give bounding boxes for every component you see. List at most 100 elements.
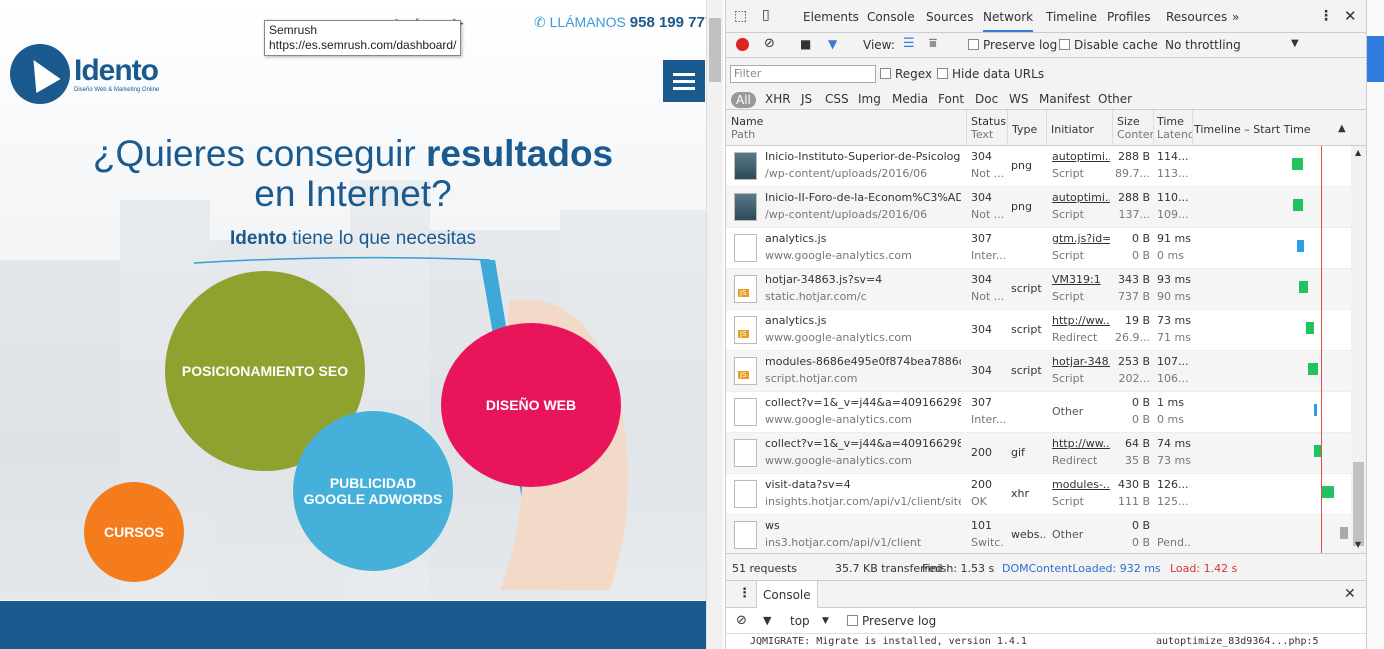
- request-row[interactable]: analytics.js www.google-analytics.com 304 s…: [726, 310, 1351, 351]
- request-content-size: 35 B: [1124, 454, 1150, 467]
- capture-screenshots-icon[interactable]: ■: [800, 37, 811, 51]
- col-timeline[interactable]: Timeline – Start Time: [1194, 123, 1311, 136]
- disable-cache-checkbox[interactable]: Disable cache: [1059, 38, 1158, 52]
- service-courses[interactable]: CURSOS: [84, 482, 184, 582]
- network-summary-bar: 51 requests 35.7 KB transferred Finish: …: [726, 553, 1367, 581]
- chevron-down-icon[interactable]: ▼: [1291, 38, 1299, 49]
- request-row[interactable]: Inicio-Instituto-Superior-de-Psicolog%..…: [726, 146, 1351, 187]
- request-name: ws: [765, 519, 780, 532]
- request-row[interactable]: analytics.js www.google-analytics.com 307 I…: [726, 228, 1351, 269]
- console-preserve-log-checkbox[interactable]: Preserve log: [847, 614, 936, 628]
- view-label: View:: [863, 38, 895, 52]
- disable-cache-label: Disable cache: [1074, 38, 1158, 52]
- request-name: collect?v=1&_v=j44&a=409166298&t=...: [765, 396, 961, 409]
- throttling-select[interactable]: No throttling: [1165, 38, 1241, 52]
- drawer-menu-icon[interactable]: ⋮: [738, 586, 751, 601]
- request-row[interactable]: ws ins3.hotjar.com/api/v1/client 101 Switc.…: [726, 515, 1351, 553]
- sort-up-icon[interactable]: ▲: [1338, 122, 1346, 135]
- network-toolbar: ⊘ ■ ▼ View: ☰ ⩸ Preserve log Disable cac…: [726, 33, 1367, 58]
- request-latency: 109...: [1157, 208, 1189, 221]
- overview-icon[interactable]: ⩸: [929, 36, 937, 51]
- request-name-sub: static.hotjar.com/c: [765, 290, 867, 303]
- scroll-up-icon[interactable]: ▲: [1355, 148, 1361, 157]
- type-filter-media[interactable]: Media: [892, 92, 928, 106]
- filter-icon[interactable]: ▼: [828, 37, 837, 51]
- menu-button[interactable]: [663, 60, 705, 102]
- js-file-icon: [734, 316, 757, 344]
- col-initiator[interactable]: Initiator: [1051, 123, 1094, 136]
- tab-console[interactable]: Console: [867, 10, 915, 24]
- page-scrollbar[interactable]: [706, 0, 723, 649]
- hero-sub-rest: tiene lo que necesitas: [286, 228, 477, 249]
- request-name-sub: insights.hotjar.com/api/v1/client/sites/…: [765, 495, 961, 508]
- console-filter-icon[interactable]: ▼: [763, 614, 771, 627]
- phone-contact[interactable]: ✆ LLÁMANOS 958 199 777: [534, 14, 706, 31]
- idento-logo[interactable]: Idento Diseño Web & Marketing Online: [10, 44, 170, 108]
- kebab-menu-icon[interactable]: ⋮: [1319, 8, 1333, 24]
- more-tabs-chevron-icon[interactable]: »: [1232, 10, 1239, 24]
- large-rows-icon[interactable]: ☰: [903, 36, 915, 51]
- context-chevron-icon[interactable]: ▼: [822, 616, 829, 626]
- clear-icon[interactable]: ⊘: [764, 36, 775, 51]
- col-time[interactable]: Time Latenc: [1157, 115, 1193, 141]
- tab-profiles[interactable]: Profiles: [1107, 10, 1151, 24]
- preserve-log-checkbox[interactable]: Preserve log: [968, 38, 1057, 52]
- logo-mark: [10, 44, 70, 104]
- request-initiator: modules-...: [1052, 478, 1110, 491]
- request-row[interactable]: hotjar-34863.js?sv=4 static.hotjar.com/c 3…: [726, 269, 1351, 310]
- type-filter-font[interactable]: Font: [938, 92, 964, 106]
- clear-console-icon[interactable]: ⊘: [736, 613, 747, 628]
- drawer-tab-console[interactable]: Console: [756, 581, 818, 608]
- close-icon[interactable]: ✕: [1344, 7, 1357, 25]
- tab-network[interactable]: Network: [983, 10, 1034, 32]
- tab-elements[interactable]: Elements: [803, 10, 859, 24]
- inspect-icon[interactable]: ⬚: [734, 8, 747, 24]
- type-filter-ws[interactable]: WS: [1009, 92, 1028, 106]
- request-size: 19 B: [1124, 314, 1150, 327]
- request-list-scrollbar[interactable]: ▲ ▼: [1351, 146, 1367, 553]
- type-filter-css[interactable]: CSS: [825, 92, 849, 106]
- request-size: 0 B: [1131, 232, 1150, 245]
- filter-input[interactable]: Filter: [730, 65, 876, 83]
- side-panel-tab[interactable]: [1367, 36, 1384, 82]
- scroll-down-icon[interactable]: ▼: [1355, 540, 1361, 549]
- type-filter-img[interactable]: Img: [858, 92, 881, 106]
- scrollbar-thumb[interactable]: [1353, 462, 1364, 546]
- menu-bar: [673, 87, 695, 90]
- hide-data-urls-checkbox[interactable]: Hide data URLs: [937, 67, 1044, 81]
- tab-sources[interactable]: Sources: [926, 10, 973, 24]
- request-row[interactable]: collect?v=1&_v=j44&a=409166298&t=... www.…: [726, 433, 1351, 474]
- type-filter-other[interactable]: Other: [1098, 92, 1132, 106]
- col-size[interactable]: Size Conter: [1117, 115, 1153, 141]
- drawer-close-icon[interactable]: ✕: [1344, 586, 1356, 602]
- type-filter-js[interactable]: JS: [801, 92, 812, 106]
- request-row[interactable]: visit-data?sv=4 insights.hotjar.com/api/v…: [726, 474, 1351, 515]
- type-filter-manifest[interactable]: Manifest: [1039, 92, 1090, 106]
- tab-timeline[interactable]: Timeline: [1046, 10, 1097, 24]
- col-type[interactable]: Type: [1012, 123, 1037, 136]
- regex-checkbox[interactable]: Regex: [880, 67, 932, 81]
- type-filter-doc[interactable]: Doc: [975, 92, 998, 106]
- request-time: 107...: [1157, 355, 1189, 368]
- request-initiator-sub: Script: [1052, 290, 1084, 303]
- timeline-bar: [1306, 322, 1314, 334]
- browser-side-strip: [1366, 0, 1384, 649]
- col-status[interactable]: Status Text: [971, 115, 1006, 141]
- request-content-size: 0 B: [1131, 536, 1150, 549]
- context-select[interactable]: top: [790, 614, 810, 628]
- console-message-source[interactable]: autoptimize_83d9364...php:5: [1156, 636, 1319, 647]
- request-content-size: 737 B: [1117, 290, 1150, 303]
- request-row[interactable]: collect?v=1&_v=j44&a=409166298&t=... www.…: [726, 392, 1351, 433]
- service-web-design[interactable]: DISEÑO WEB: [441, 323, 621, 487]
- scrollbar-thumb[interactable]: [709, 18, 721, 82]
- type-filter-all[interactable]: All: [731, 92, 756, 108]
- request-row[interactable]: Inicio-II-Foro-de-la-Econom%C3%ADa... /wp…: [726, 187, 1351, 228]
- col-name[interactable]: Name Path: [731, 115, 763, 141]
- menu-bar: [673, 73, 695, 76]
- service-adwords[interactable]: PUBLICIDAD GOOGLE ADWORDS: [293, 411, 453, 571]
- type-filter-xhr[interactable]: XHR: [765, 92, 791, 106]
- record-icon[interactable]: [736, 38, 749, 51]
- device-mode-icon[interactable]: ▯: [762, 7, 770, 23]
- request-row[interactable]: modules-8686e495e0f874bea7886d14... scrip…: [726, 351, 1351, 392]
- tab-resources[interactable]: Resources: [1166, 10, 1227, 24]
